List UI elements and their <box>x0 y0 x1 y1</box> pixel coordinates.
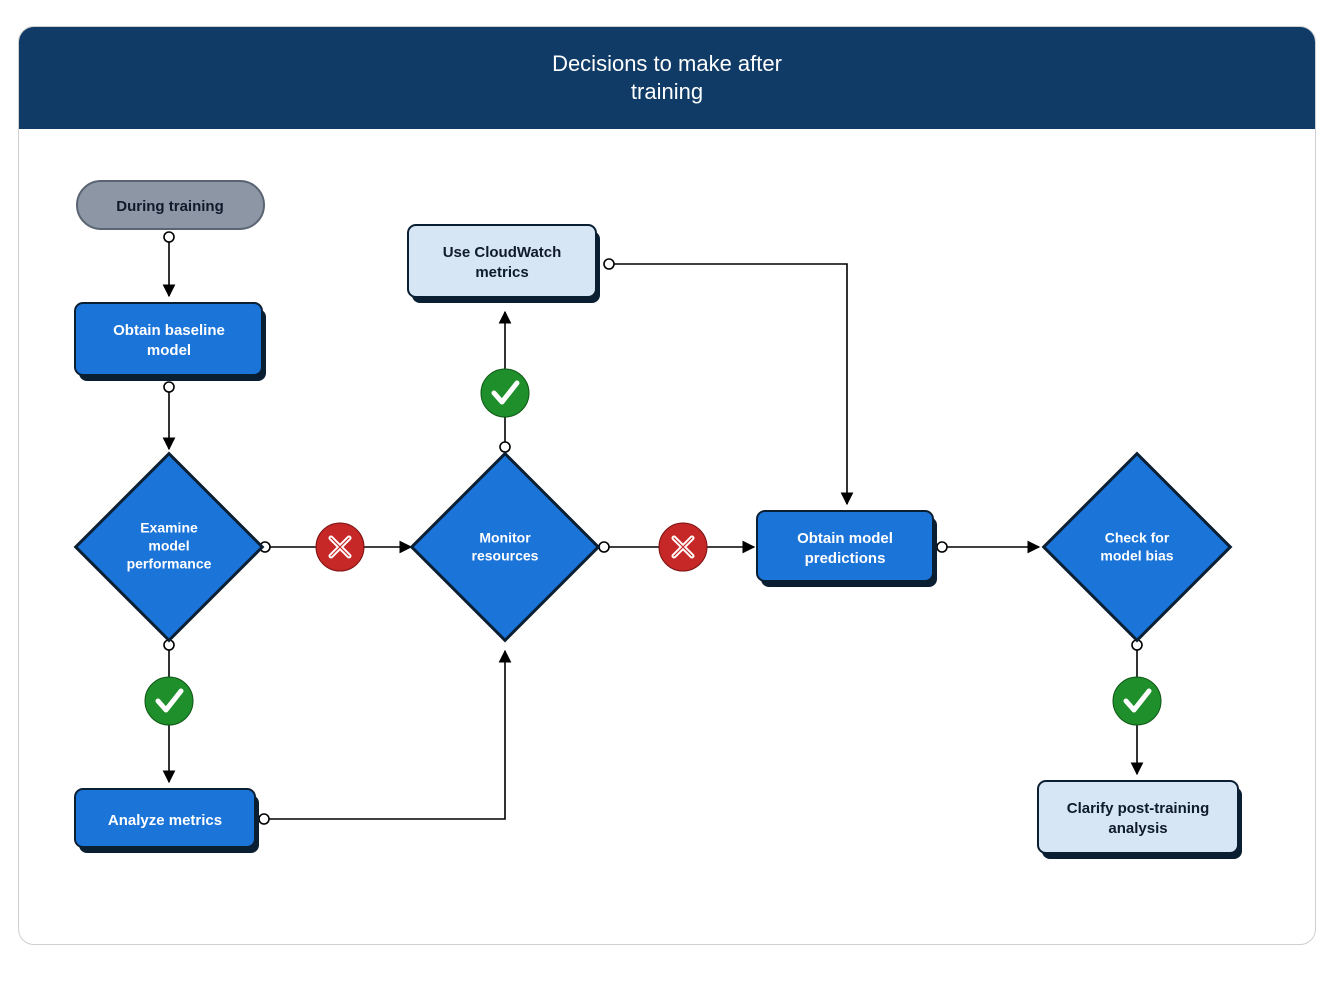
svg-text:Check for: Check for <box>1105 530 1170 546</box>
node-use-cloudwatch: Use CloudWatch metrics <box>408 225 600 303</box>
svg-text:model: model <box>148 538 189 554</box>
node-monitor-resources: Monitor resources <box>412 454 599 641</box>
page: Decisions to make after training <box>0 0 1332 987</box>
svg-text:performance: performance <box>127 556 212 572</box>
svg-text:Clarify post-training: Clarify post-training <box>1067 800 1210 817</box>
flowchart-svg: During training Obtain baseline model Ex… <box>19 129 1315 944</box>
badge-check-2 <box>481 369 529 417</box>
svg-text:model: model <box>147 342 191 359</box>
panel-header: Decisions to make after training <box>19 27 1315 129</box>
svg-text:model bias: model bias <box>1100 548 1173 564</box>
node-during-training: During training <box>77 181 264 229</box>
panel-title-line1: Decisions to make after <box>552 51 782 76</box>
edge-during-to-baseline <box>164 232 174 296</box>
badge-x-2 <box>659 523 707 571</box>
edge-baseline-to-examine <box>164 382 174 449</box>
node-analyze-metrics: Analyze metrics <box>75 789 259 853</box>
node-obtain-predictions: Obtain model predictions <box>757 511 937 587</box>
svg-text:metrics: metrics <box>475 264 528 281</box>
node-check-bias: Check for model bias <box>1044 454 1231 641</box>
node-obtain-baseline: Obtain baseline model <box>75 303 266 381</box>
node-clarify-post: Clarify post-training analysis <box>1038 781 1242 859</box>
badge-x-1 <box>316 523 364 571</box>
svg-text:resources: resources <box>472 548 539 564</box>
badge-check-1 <box>145 677 193 725</box>
panel-title: Decisions to make after training <box>552 50 782 106</box>
node-during-training-label: During training <box>116 198 224 215</box>
edges <box>164 232 1142 824</box>
svg-text:Monitor: Monitor <box>479 530 531 546</box>
svg-text:Use CloudWatch: Use CloudWatch <box>443 244 562 261</box>
svg-text:Examine: Examine <box>140 520 198 536</box>
edge-cloudwatch-to-predictions <box>604 259 847 504</box>
svg-text:analysis: analysis <box>1108 820 1167 837</box>
diagram-panel: Decisions to make after training <box>18 26 1316 945</box>
badge-check-3 <box>1113 677 1161 725</box>
svg-text:Obtain model: Obtain model <box>797 530 893 547</box>
svg-text:Obtain baseline: Obtain baseline <box>113 322 225 339</box>
edge-predictions-to-bias <box>937 542 1039 552</box>
svg-text:Analyze metrics: Analyze metrics <box>108 812 222 829</box>
edge-analyze-to-monitor <box>259 651 505 824</box>
node-examine-performance: Examine model performance <box>76 454 263 641</box>
svg-text:predictions: predictions <box>805 550 886 567</box>
panel-title-line2: training <box>631 79 703 104</box>
